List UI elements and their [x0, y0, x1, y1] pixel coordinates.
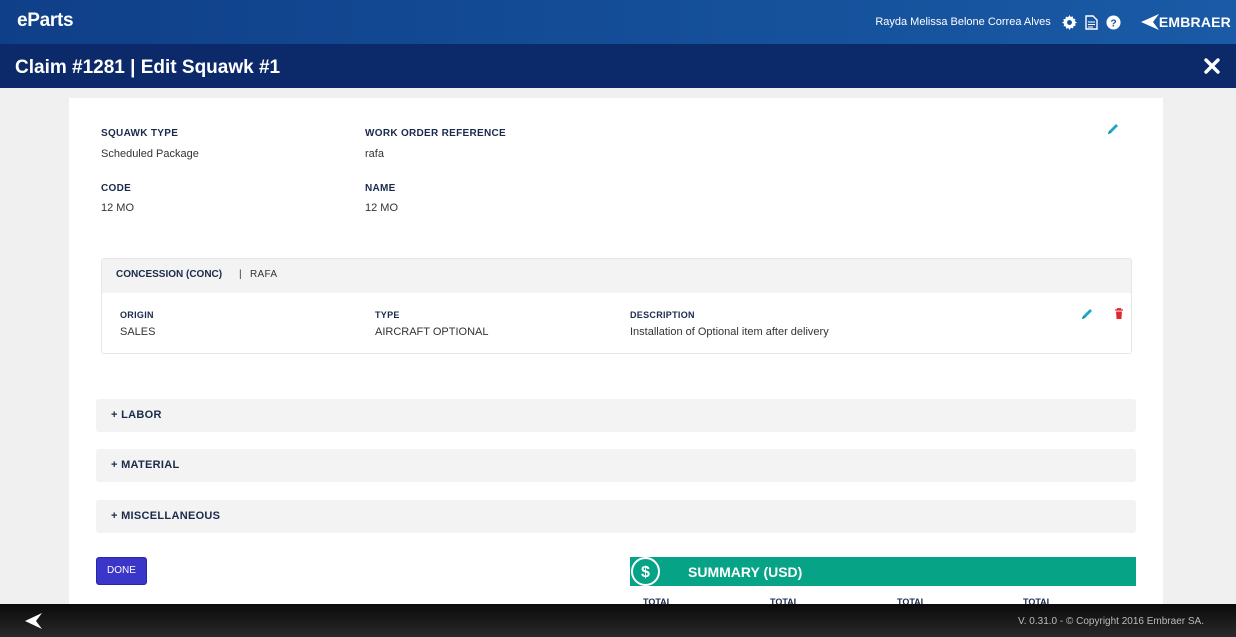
squawk-type-value: Scheduled Package: [101, 148, 199, 160]
brand-name[interactable]: eParts: [17, 10, 74, 32]
name-label: NAME: [365, 183, 396, 194]
concession-title: CONCESSION (CONC): [116, 269, 223, 280]
origin-value: SALES: [120, 326, 156, 338]
squawk-card: SQUAWK TYPE Scheduled Package WORK ORDER…: [69, 98, 1163, 607]
miscellaneous-section[interactable]: + MISCELLANEOUS: [96, 500, 1136, 533]
help-icon[interactable]: ?: [1103, 11, 1125, 33]
work-order-label: WORK ORDER REFERENCE: [365, 128, 507, 139]
summary-title: SUMMARY (USD): [688, 564, 803, 580]
edit-concession-pencil-icon[interactable]: [1080, 307, 1094, 321]
concession-separator: |: [239, 269, 242, 280]
gear-icon[interactable]: [1059, 11, 1081, 33]
embraer-chevron-icon: [1140, 14, 1159, 30]
delete-concession-trash-icon[interactable]: [1112, 307, 1126, 321]
material-section[interactable]: + MATERIAL: [96, 449, 1136, 482]
description-label: DESCRIPTION: [630, 310, 695, 320]
title-bar: Claim #1281 | Edit Squawk #1: [0, 44, 1236, 88]
user-area: Rayda Melissa Belone Correa Alves ? EMBR…: [875, 0, 1236, 44]
labor-section[interactable]: + LABOR: [96, 399, 1136, 432]
squawk-type-label: SQUAWK TYPE: [101, 128, 179, 139]
footer-copyright: V. 0.31.0 - © Copyright 2016 Embraer SA.: [1018, 616, 1204, 627]
summary-header: $ SUMMARY (USD): [630, 557, 1136, 586]
name-value: 12 MO: [365, 202, 399, 214]
svg-text:?: ?: [1111, 18, 1117, 29]
dollar-icon: $: [631, 557, 660, 586]
work-order-value: rafa: [365, 148, 384, 160]
document-icon[interactable]: [1081, 11, 1103, 33]
top-bar: eParts Rayda Melissa Belone Correa Alves…: [0, 0, 1236, 44]
miscellaneous-section-label: + MISCELLANEOUS: [111, 510, 221, 522]
embraer-footer-logo-icon: [25, 613, 42, 629]
code-value: 12 MO: [101, 202, 135, 214]
type-label: TYPE: [375, 310, 400, 320]
footer: V. 0.31.0 - © Copyright 2016 Embraer SA.: [0, 604, 1236, 637]
description-value: Installation of Optional item after deli…: [630, 326, 829, 338]
embraer-logo: EMBRAER: [1139, 14, 1231, 30]
concession-panel: CONCESSION (CONC) | RAFA ORIGIN SALES TY…: [101, 258, 1132, 354]
edit-squawk-pencil-icon[interactable]: [1106, 122, 1120, 136]
type-value: AIRCRAFT OPTIONAL: [375, 326, 489, 338]
done-button[interactable]: DONE: [96, 557, 147, 585]
material-section-label: + MATERIAL: [111, 459, 180, 471]
close-icon[interactable]: [1202, 56, 1222, 76]
concession-header: CONCESSION (CONC) | RAFA: [102, 259, 1131, 293]
code-label: CODE: [101, 183, 132, 194]
labor-section-label: + LABOR: [111, 409, 162, 421]
user-name[interactable]: Rayda Melissa Belone Correa Alves: [875, 16, 1050, 28]
origin-label: ORIGIN: [120, 310, 154, 320]
concession-reference: RAFA: [250, 269, 278, 280]
page-title: Claim #1281 | Edit Squawk #1: [15, 57, 281, 78]
svg-text:$: $: [641, 564, 650, 581]
